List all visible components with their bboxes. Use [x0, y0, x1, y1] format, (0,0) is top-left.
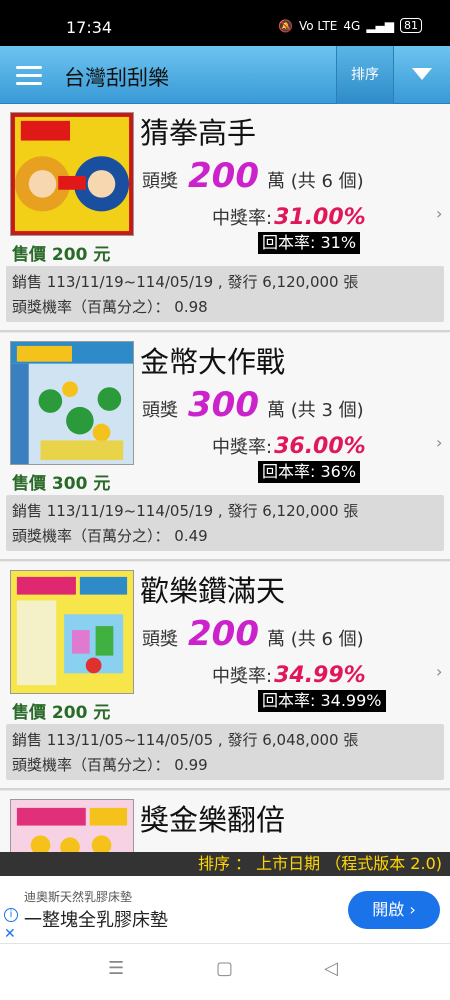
menu-icon-line	[16, 74, 42, 77]
lottery-card[interactable]: 售價 200 元 猜拳高手 頭獎 200 萬 (共 6 個) 中獎率: 31.0…	[0, 104, 450, 332]
ticket-thumbnail	[10, 799, 134, 852]
ad-headline: 一整塊全乳膠床墊	[24, 910, 168, 931]
ticket-image	[11, 800, 133, 852]
prize-label: 頭獎	[142, 629, 178, 650]
sales-text: 銷售 113/11/19~114/05/19 , 發行 6,120,000 張	[12, 273, 359, 291]
signal-icon: ▂▄▆	[366, 18, 394, 33]
lottery-card[interactable]: 售價 300 元 金幣大作戰 頭獎 300 萬 (共 3 個) 中獎率: 36.…	[0, 333, 450, 561]
system-nav-bar: ☰ ▢ ◁	[0, 944, 450, 1000]
ticket-thumbnail	[10, 570, 134, 694]
win-rate: 中獎率: 36.00%	[212, 433, 366, 459]
ad-close-icon[interactable]: ✕	[4, 926, 16, 942]
price-label: 售價 200 元	[12, 245, 111, 265]
prize-unit: 萬 (共 3 個)	[266, 400, 364, 421]
ad-info-icon[interactable]: i	[4, 908, 18, 922]
price-label: 售價 200 元	[12, 703, 111, 723]
status-time: 17:34	[66, 18, 113, 37]
win-rate-label: 中獎率:	[212, 208, 273, 229]
odds-text: 頭獎機率（百萬分之）： 0.98	[12, 298, 208, 316]
status-bar: 17:34 🔕 Vo LTE 4G ▂▄▆ 81	[0, 0, 450, 46]
prize-amount: 200	[188, 156, 259, 196]
sales-text: 銷售 113/11/05~114/05/05 , 發行 6,048,000 張	[12, 731, 359, 749]
ticket-image	[11, 571, 133, 693]
network-label: 4G	[343, 18, 361, 33]
dropdown-button[interactable]	[394, 46, 450, 104]
return-rate: 回本率: 31%	[258, 232, 361, 254]
recents-icon[interactable]: ☰	[108, 958, 124, 979]
ticket-image	[11, 342, 133, 464]
dropdown-triangle-icon	[412, 68, 432, 80]
prize-amount: 300	[188, 385, 259, 425]
ticket-info: 銷售 113/11/19~114/05/19 , 發行 6,120,000 張 …	[6, 266, 444, 322]
prize-unit: 萬 (共 6 個)	[266, 171, 364, 192]
win-rate-label: 中獎率:	[212, 437, 273, 458]
lottery-card[interactable]: 售價 200 元 歡樂鑽滿天 頭獎 200 萬 (共 6 個) 中獎率: 34.…	[0, 562, 450, 790]
sort-button[interactable]: 排序	[336, 46, 394, 104]
chevron-right-icon: ›	[436, 204, 443, 223]
prize-label: 頭獎	[142, 171, 178, 192]
win-rate: 中獎率: 31.00%	[212, 204, 366, 230]
sales-text: 銷售 113/11/19~114/05/19 , 發行 6,120,000 張	[12, 502, 359, 520]
menu-icon	[16, 66, 42, 69]
volte-label: Vo LTE	[298, 18, 338, 33]
app-title: 台灣刮刮樂	[64, 66, 169, 90]
odds-text: 頭獎機率（百萬分之）： 0.99	[12, 756, 208, 774]
price-label: 售價 300 元	[12, 474, 111, 494]
top-prize: 頭獎 300 萬 (共 3 個)	[142, 385, 364, 425]
win-rate: 中獎率: 34.99%	[212, 662, 366, 688]
lottery-list[interactable]: 售價 200 元 猜拳高手 頭獎 200 萬 (共 6 個) 中獎率: 31.0…	[0, 104, 450, 852]
back-icon[interactable]: ◁	[324, 958, 338, 979]
win-rate-value: 34.99%	[274, 663, 366, 688]
menu-icon-line	[16, 82, 42, 85]
ticket-name: 歡樂鑽滿天	[140, 574, 286, 608]
prize-amount: 200	[188, 614, 259, 654]
battery-icon: 81	[400, 18, 422, 33]
ticket-thumbnail	[10, 112, 134, 236]
ticket-info: 銷售 113/11/05~114/05/05 , 發行 6,048,000 張 …	[6, 724, 444, 780]
ticket-name: 金幣大作戰	[140, 345, 286, 379]
ticket-image	[11, 113, 133, 235]
return-rate: 回本率: 34.99%	[258, 690, 386, 712]
status-icons: 🔕 Vo LTE 4G ▂▄▆ 81	[278, 18, 422, 33]
home-icon[interactable]: ▢	[216, 958, 233, 979]
ticket-info: 銷售 113/11/19~114/05/19 , 發行 6,120,000 張 …	[6, 495, 444, 551]
app-bar: 台灣刮刮樂 排序	[0, 46, 450, 104]
chevron-right-icon: ›	[436, 433, 443, 452]
prize-unit: 萬 (共 6 個)	[266, 629, 364, 650]
win-rate-value: 31.00%	[274, 205, 366, 230]
prize-label: 頭獎	[142, 400, 178, 421]
return-rate: 回本率: 36%	[258, 461, 361, 483]
lottery-card[interactable]: 獎金樂翻倍	[0, 791, 450, 852]
chevron-right-icon: ›	[436, 662, 443, 681]
ad-open-button[interactable]: 開啟 ›	[348, 891, 440, 929]
odds-text: 頭獎機率（百萬分之）： 0.49	[12, 527, 208, 545]
mute-icon: 🔕	[278, 18, 293, 33]
win-rate-value: 36.00%	[274, 434, 366, 459]
ticket-thumbnail	[10, 341, 134, 465]
ticket-name: 獎金樂翻倍	[140, 803, 286, 837]
menu-button[interactable]	[0, 46, 56, 104]
win-rate-label: 中獎率:	[212, 666, 273, 687]
ad-banner[interactable]: i ✕ 迪奧斯天然乳膠床墊 一整塊全乳膠床墊 開啟 ›	[0, 876, 450, 944]
ad-advertiser: 迪奧斯天然乳膠床墊	[24, 890, 133, 904]
sort-status-bar: 排序 ： 上市日期 （程式版本 2.0)	[0, 852, 450, 876]
ticket-name: 猜拳高手	[140, 116, 257, 150]
top-prize: 頭獎 200 萬 (共 6 個)	[142, 156, 364, 196]
top-prize: 頭獎 200 萬 (共 6 個)	[142, 614, 364, 654]
